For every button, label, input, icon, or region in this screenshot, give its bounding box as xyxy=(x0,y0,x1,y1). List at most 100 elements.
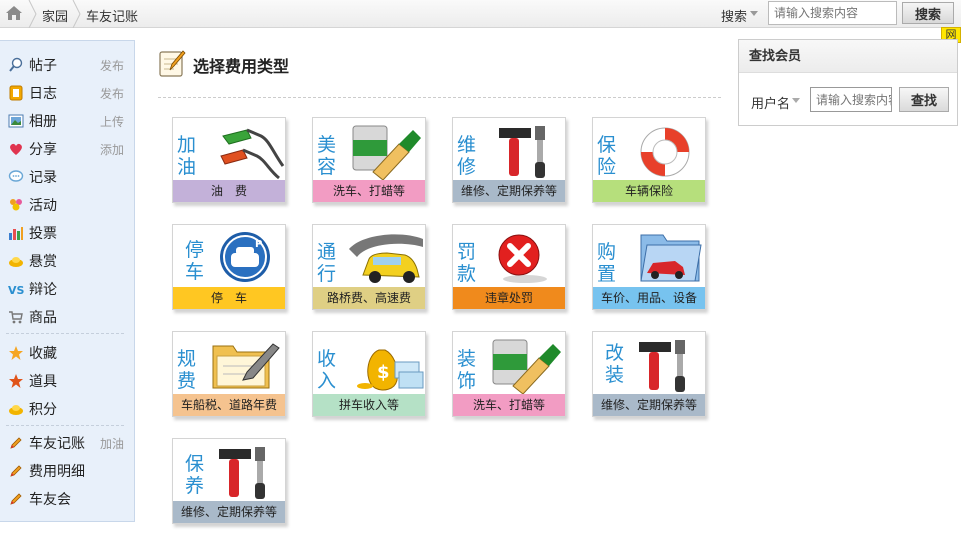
parking-sign-icon: P xyxy=(220,232,270,282)
sidebar-item-expense-detail[interactable]: 费用明细 xyxy=(0,457,134,483)
folder-pen-icon xyxy=(212,343,280,389)
sidebar-item-album[interactable]: 相册 上传 xyxy=(0,107,134,133)
member-search-panel: 查找会员 用户名 查找 xyxy=(738,39,958,126)
album-icon xyxy=(8,114,24,128)
sidebar-item-rewards[interactable]: 悬赏 xyxy=(0,247,134,273)
expense-type-fees[interactable]: 规费 车船税、道路年费 xyxy=(172,331,286,417)
sidebar-item-share[interactable]: 分享 添加 xyxy=(0,135,134,161)
tile-caption: 维修、定期保养等 xyxy=(593,394,705,416)
page-title: 选择费用类型 xyxy=(193,57,290,76)
sidebar: 帖子 发布 日志 发布 相册 上传 分享 添加 记录 活动 投票 悬赏 VS 辩… xyxy=(0,40,135,522)
expense-type-beauty[interactable]: 美容 洗车、打蜡等 xyxy=(312,117,426,203)
sidebar-item-polls[interactable]: 投票 xyxy=(0,219,134,245)
tile-caption: 车辆保险 xyxy=(593,180,705,202)
tile-caption: 路桥费、高速费 xyxy=(313,287,425,309)
repair-tools-icon xyxy=(639,340,685,392)
search-type-select[interactable]: 搜索 xyxy=(721,6,747,25)
add-fuel-link[interactable]: 加油 xyxy=(100,435,124,452)
tile-caption: 维修、定期保养等 xyxy=(173,501,285,523)
upload-photo-link[interactable]: 上传 xyxy=(100,113,124,130)
publish-blog-link[interactable]: 发布 xyxy=(100,85,124,102)
pencil-icon xyxy=(10,493,22,505)
publish-post-link[interactable]: 发布 xyxy=(100,57,124,74)
speech-bubble-icon xyxy=(8,170,24,182)
tile-caption: 维修、定期保养等 xyxy=(453,180,565,202)
paint-bucket-icon xyxy=(492,339,561,394)
expense-type-income[interactable]: 收入 $ 拼车收入等 xyxy=(312,331,426,417)
repair-tools-icon xyxy=(499,126,545,178)
tile-caption: 洗车、打蜡等 xyxy=(313,180,425,202)
sidebar-item-records[interactable]: 记录 xyxy=(0,163,134,189)
post-icon xyxy=(9,57,23,72)
chevron-down-icon[interactable] xyxy=(750,11,758,16)
tile-caption: 车船税、道路年费 xyxy=(173,394,285,416)
expense-type-maintenance[interactable]: 保养 维修、定期保养等 xyxy=(172,438,286,524)
life-ring-icon xyxy=(640,127,690,177)
sidebar-item-car-accounting[interactable]: 车友记账 加油 xyxy=(0,429,134,455)
breadcrumb-home[interactable]: 家园 xyxy=(42,6,68,25)
sidebar-item-points[interactable]: 积分 xyxy=(0,395,134,421)
expense-type-repair[interactable]: 维修 维修、定期保养等 xyxy=(452,117,566,203)
member-search-button[interactable]: 查找 xyxy=(899,87,949,112)
star-icon xyxy=(9,346,23,360)
tile-caption: 拼车收入等 xyxy=(313,394,425,416)
versus-icon: VS xyxy=(8,284,24,297)
sidebar-item-favorites[interactable]: 收藏 xyxy=(0,339,134,365)
svg-text:P: P xyxy=(255,239,262,250)
title-divider xyxy=(158,97,721,98)
bar-chart-icon xyxy=(9,227,23,240)
blog-icon xyxy=(9,85,23,101)
breadcrumb-current[interactable]: 车友记账 xyxy=(86,6,138,25)
tile-caption: 油 费 xyxy=(173,180,285,202)
expense-type-fuel[interactable]: 加油 油 费 xyxy=(172,117,286,203)
username-select[interactable]: 用户名 xyxy=(751,93,790,112)
search-input[interactable] xyxy=(768,1,897,25)
sidebar-item-goods[interactable]: 商品 xyxy=(0,303,134,329)
top-bar: 家园 车友记账 搜索 搜索 xyxy=(0,0,961,28)
sidebar-item-props[interactable]: 道具 xyxy=(0,367,134,393)
sidebar-item-car-club[interactable]: 车友会 xyxy=(0,485,134,511)
paint-bucket-icon xyxy=(352,125,421,180)
expense-type-toll[interactable]: 通行 路桥费、高速费 xyxy=(312,224,426,310)
pencil-icon xyxy=(10,465,22,477)
tile-caption: 洗车、打蜡等 xyxy=(453,394,565,416)
share-heart-icon xyxy=(10,143,22,155)
red-x-icon xyxy=(498,234,547,283)
home-icon[interactable] xyxy=(4,4,24,22)
tile-caption: 停 车 xyxy=(173,287,285,309)
pencil-icon xyxy=(10,437,22,449)
money-bags-icon: $ xyxy=(357,349,424,391)
member-search-input[interactable] xyxy=(810,87,892,112)
sidebar-item-debate[interactable]: VS 辩论 xyxy=(0,275,134,301)
sidebar-item-events[interactable]: 活动 xyxy=(0,191,134,217)
expense-type-parking[interactable]: 停车 P 停 车 xyxy=(172,224,286,310)
search-button[interactable]: 搜索 xyxy=(902,2,954,24)
expense-type-fine[interactable]: 罚款 违章处罚 xyxy=(452,224,566,310)
repair-tools-icon xyxy=(219,447,265,499)
fuel-nozzle-icon xyxy=(220,128,285,180)
shopping-cart-icon xyxy=(9,311,23,324)
expense-type-modification[interactable]: 改装 维修、定期保养等 xyxy=(592,331,706,417)
svg-text:$: $ xyxy=(377,362,390,383)
car-on-road-icon xyxy=(349,234,423,283)
sidebar-divider xyxy=(6,425,124,426)
star-tool-icon xyxy=(9,374,23,388)
tile-caption: 车价、用品、设备 xyxy=(593,287,705,309)
tile-caption: 违章处罚 xyxy=(453,287,565,309)
add-share-link[interactable]: 添加 xyxy=(100,141,124,158)
expense-type-decoration[interactable]: 装饰 洗车、打蜡等 xyxy=(452,331,566,417)
notepad-pencil-icon xyxy=(159,50,186,77)
breadcrumb-separator-icon xyxy=(72,0,81,28)
sidebar-item-blog[interactable]: 日志 发布 xyxy=(0,79,134,105)
folder-car-icon xyxy=(640,234,702,282)
svg-text:VS: VS xyxy=(8,284,24,297)
chevron-down-icon[interactable] xyxy=(792,98,800,103)
gold-ingot-icon xyxy=(9,405,23,415)
breadcrumb-separator-icon xyxy=(28,0,37,28)
expense-type-purchase[interactable]: 购置 车价、用品、设备 xyxy=(592,224,706,310)
people-icon xyxy=(10,199,22,211)
sidebar-item-posts[interactable]: 帖子 发布 xyxy=(0,51,134,77)
member-search-title: 查找会员 xyxy=(739,40,957,73)
gold-ingot-icon xyxy=(9,257,23,267)
expense-type-insurance[interactable]: 保险 车辆保险 xyxy=(592,117,706,203)
